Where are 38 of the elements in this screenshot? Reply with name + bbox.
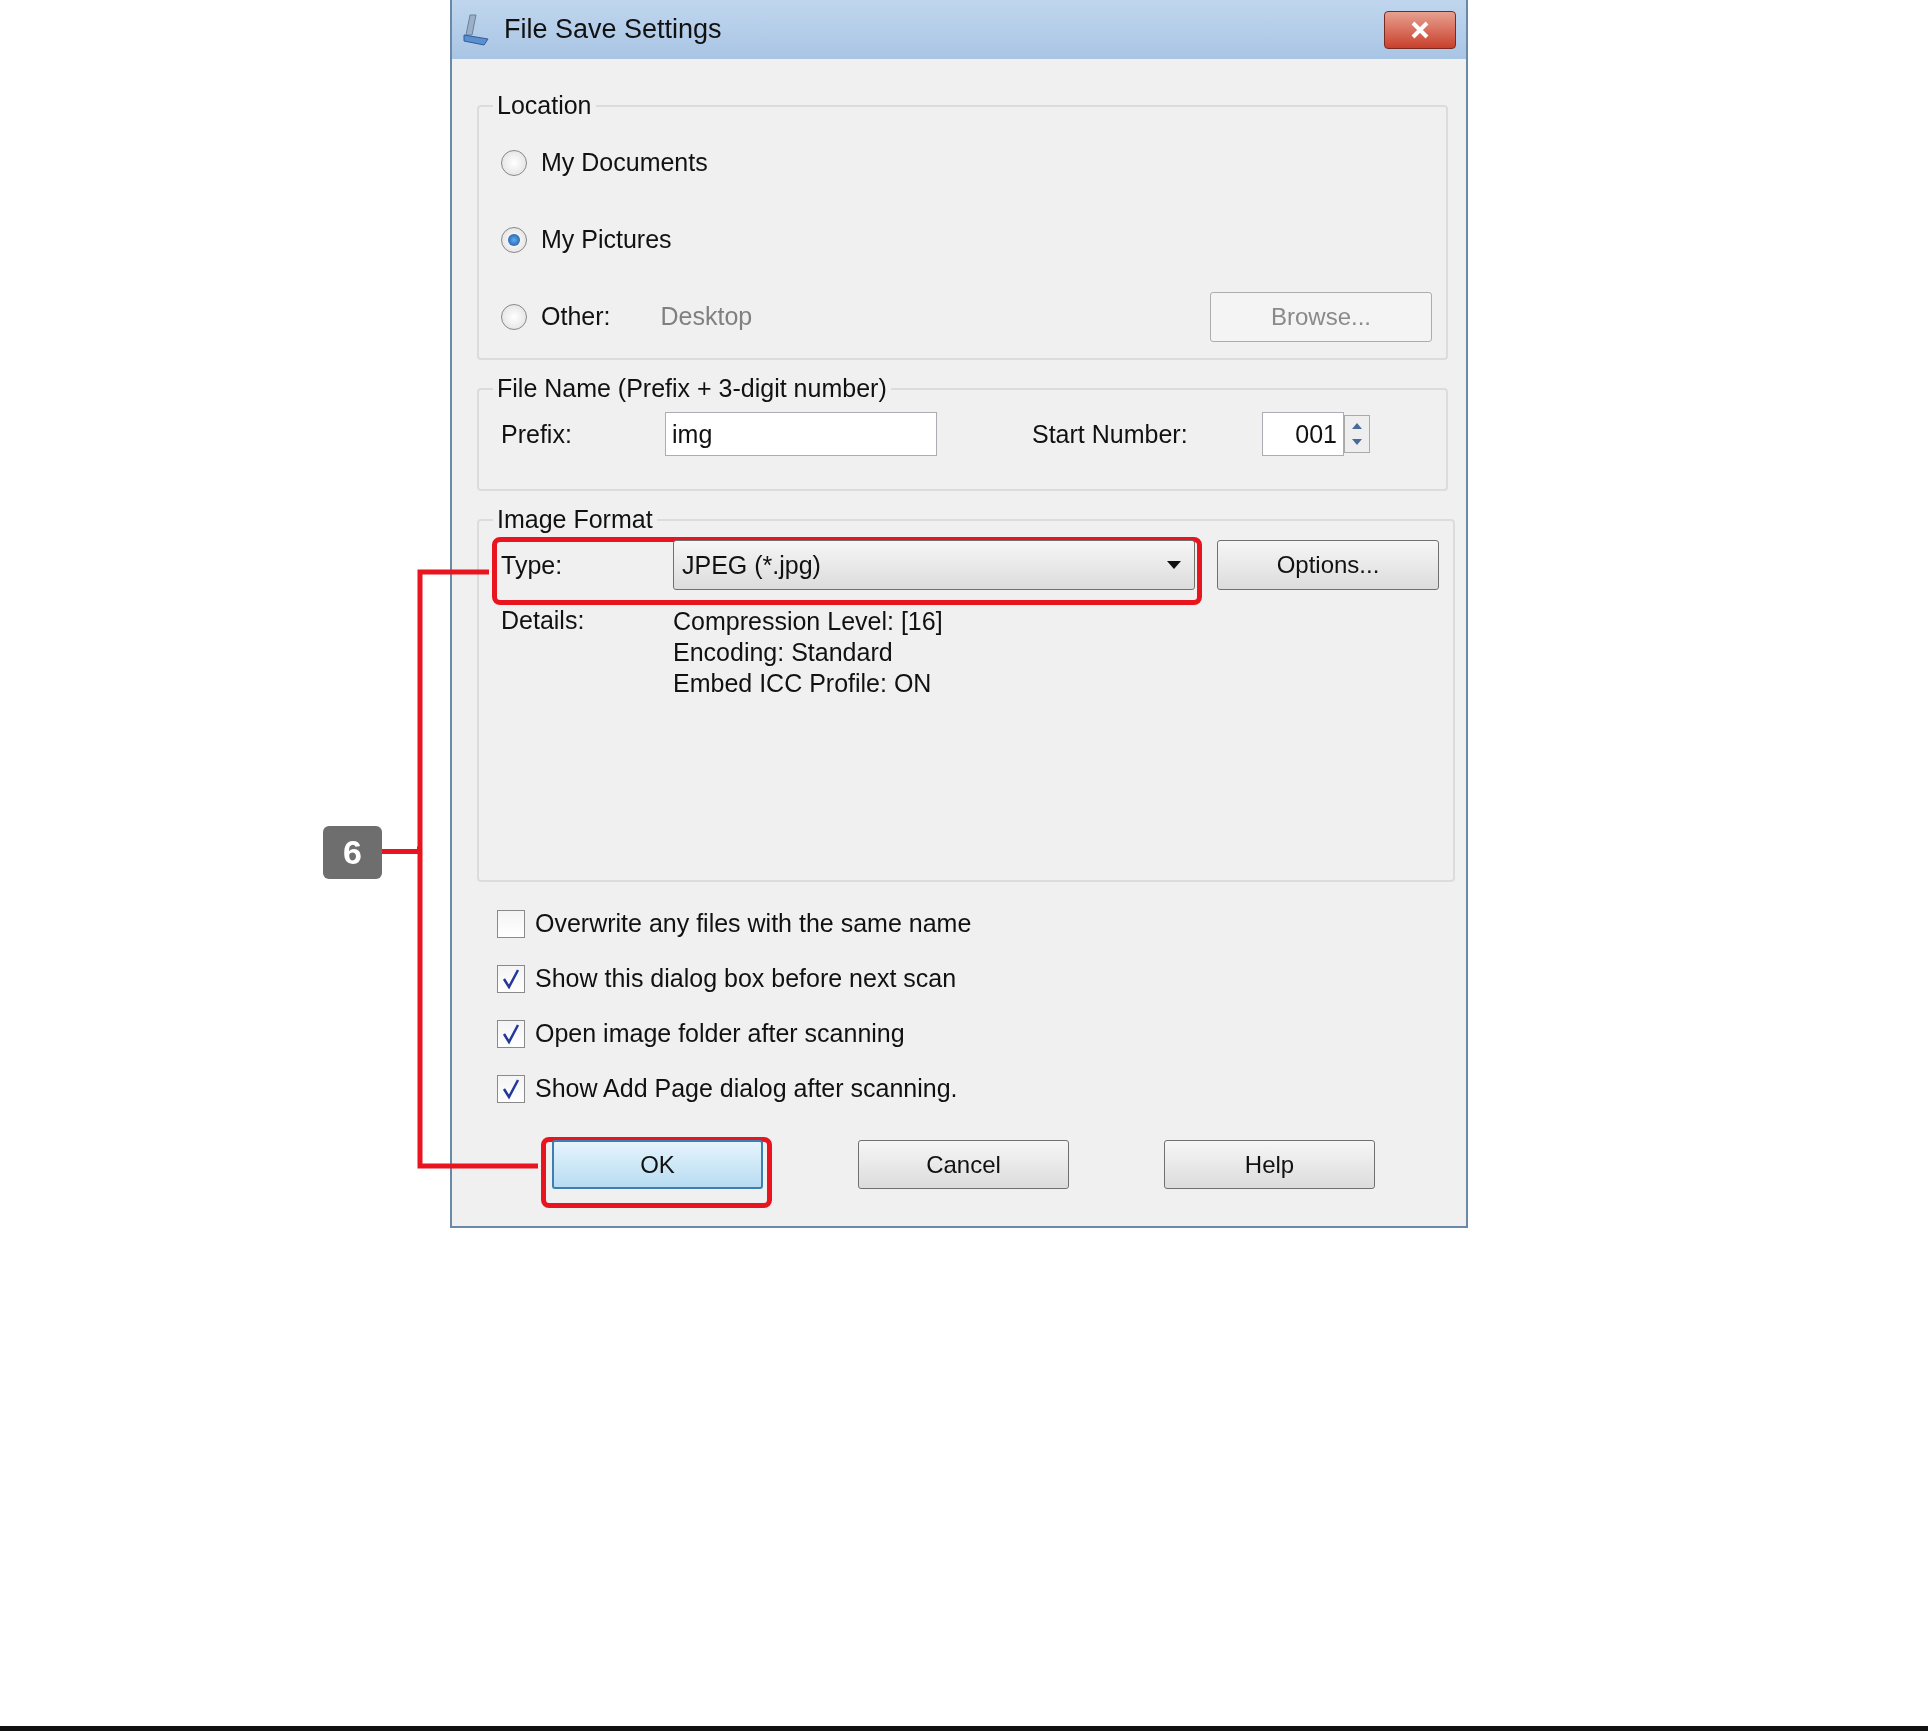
radio-label: My Pictures	[541, 225, 672, 254]
radio-label: Other:	[541, 302, 611, 331]
checkbox-label: Show Add Page dialog after scanning.	[535, 1074, 958, 1103]
group-title: File Name (Prefix + 3-digit number)	[496, 374, 888, 403]
radio-button[interactable]	[501, 149, 527, 176]
path-text: Desktop	[660, 302, 753, 331]
window-title: File Save Settings	[504, 14, 723, 45]
field-label: Prefix:	[501, 419, 573, 449]
ok-button[interactable]: OK	[552, 1140, 763, 1189]
group-title: Image Format	[496, 505, 654, 534]
dropdown-arrow-icon	[1166, 560, 1182, 570]
detail-text: Embed ICC Profile: ON	[673, 668, 933, 699]
close-button[interactable]	[1384, 10, 1456, 49]
prefix-field[interactable]: img	[665, 412, 937, 456]
options-button[interactable]: Options...	[1217, 540, 1439, 590]
radio-button[interactable]	[501, 303, 527, 330]
start-number-field[interactable]: 001	[1262, 412, 1344, 456]
scanner-icon	[462, 12, 492, 47]
type-dropdown[interactable]: JPEG (*.jpg)	[673, 540, 1195, 590]
cancel-button[interactable]: Cancel	[858, 1140, 1069, 1189]
checkbox[interactable]	[497, 964, 525, 993]
field-label: Start Number:	[1032, 419, 1189, 449]
checkbox[interactable]	[497, 1019, 525, 1048]
checkbox-label: Overwrite any files with the same name	[535, 909, 972, 938]
detail-text: Encoding: Standard	[673, 637, 894, 668]
step-number: 6	[323, 826, 382, 879]
detail-text: Compression Level: [16]	[673, 606, 943, 637]
checkbox-label: Show this dialog box before next scan	[535, 964, 957, 993]
field-label: Type:	[501, 550, 564, 580]
field-label: Details:	[501, 606, 586, 636]
spinner-arrows-icon[interactable]	[1344, 415, 1370, 453]
checkbox[interactable]	[497, 909, 525, 938]
radio-button[interactable]	[501, 226, 527, 253]
checkbox-label: Open image folder after scanning	[535, 1019, 905, 1048]
radio-label: My Documents	[541, 148, 708, 177]
group-title: Location	[496, 91, 593, 120]
help-button[interactable]: Help	[1164, 1140, 1375, 1189]
checkbox[interactable]	[497, 1074, 525, 1103]
